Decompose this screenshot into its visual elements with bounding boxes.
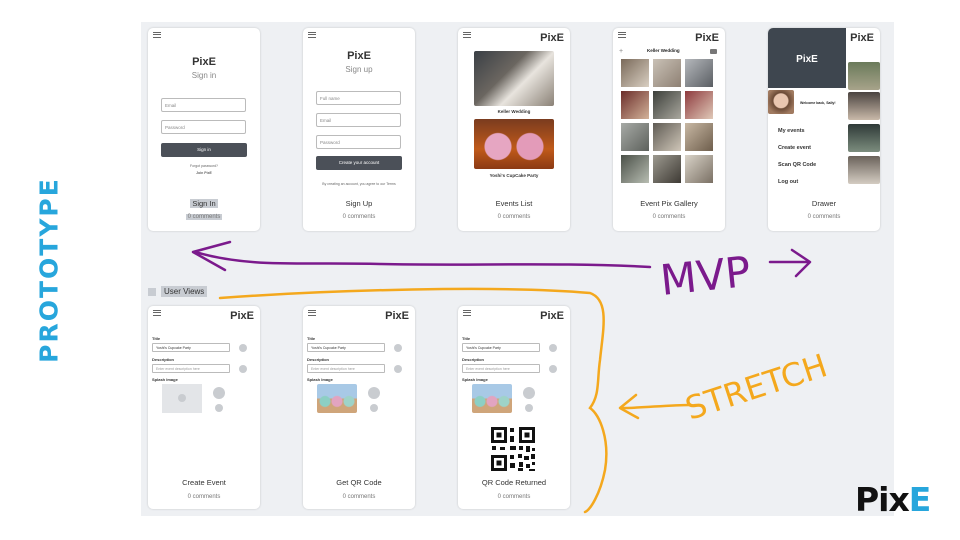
stretch-label: STRETCH <box>681 346 832 427</box>
stretch-brace <box>218 287 608 514</box>
mvp-label: MVP <box>658 247 753 305</box>
pixe-logo: PixE <box>855 480 931 519</box>
mvp-arrow <box>193 250 652 269</box>
mvp-small-arrow <box>768 248 812 278</box>
annotation-overlay: MVP STRETCH <box>191 240 832 514</box>
stretch-arrow <box>620 403 692 410</box>
